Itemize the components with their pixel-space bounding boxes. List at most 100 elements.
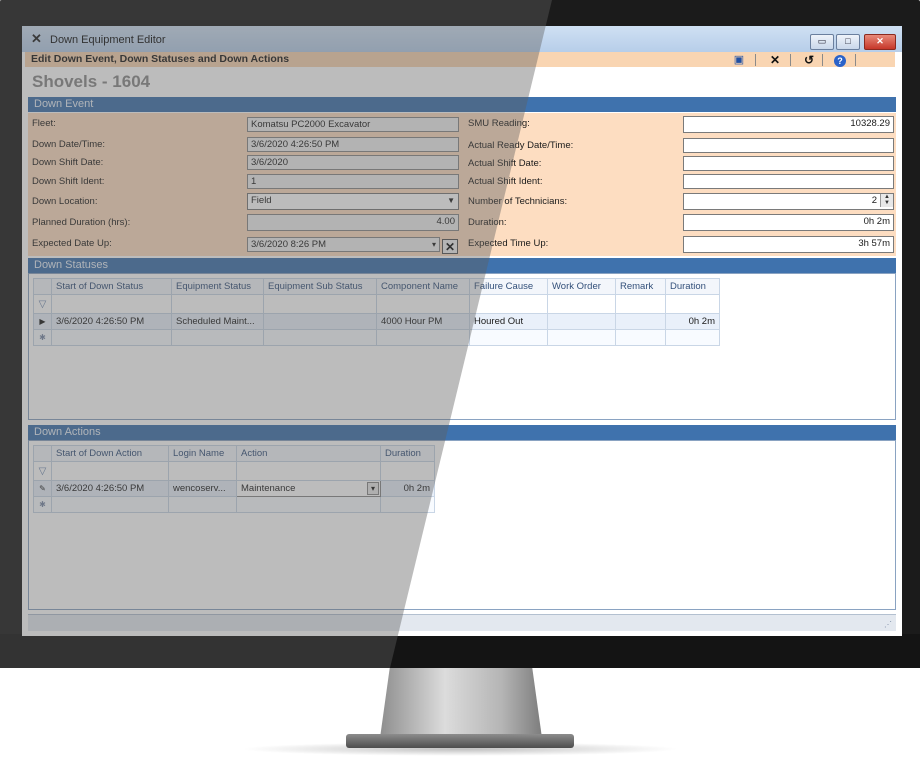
new-cell[interactable]	[263, 329, 377, 346]
expected-date-up-value: 3/6/2020 8:26 PM	[251, 239, 326, 250]
actual-ready-label: Actual Ready Date/Time:	[468, 140, 574, 151]
new-cell[interactable]	[615, 329, 666, 346]
down-statuses-panel: Start of Down Status Equipment Status Eq…	[28, 273, 896, 420]
cell-failure-cause[interactable]: Houred Out	[469, 313, 548, 330]
monitor-bezel	[0, 634, 920, 668]
cell-sub-status[interactable]	[263, 313, 377, 330]
refresh-icon[interactable]: ↺	[801, 53, 817, 67]
new-cell[interactable]	[171, 329, 264, 346]
row-indicator-header	[33, 445, 52, 462]
save-icon[interactable]: ▣	[731, 53, 747, 67]
cell-equipment-status[interactable]: Scheduled Maint...	[171, 313, 264, 330]
chevron-down-icon[interactable]: ▼	[447, 194, 455, 207]
minimize-button[interactable]: ▭	[810, 34, 834, 50]
resize-grip-icon[interactable]: ⋰	[884, 620, 892, 629]
new-cell[interactable]	[469, 329, 548, 346]
spinner-arrows-icon[interactable]: ▲ ▼	[880, 194, 893, 207]
down-location-select[interactable]: Field ▼	[247, 193, 459, 210]
actual-shift-date-field[interactable]	[683, 156, 894, 171]
expected-time-up-field[interactable]: 3h 57m	[683, 236, 894, 253]
new-cell[interactable]	[547, 329, 616, 346]
column-header[interactable]: Work Order	[547, 278, 616, 295]
smu-reading-field[interactable]: 10328.29	[683, 116, 894, 133]
new-cell[interactable]	[51, 329, 172, 346]
column-header[interactable]: Login Name	[168, 445, 237, 462]
cancel-icon[interactable]: ✕	[767, 53, 783, 67]
filter-cell[interactable]	[376, 294, 470, 314]
new-row[interactable]: ✱	[33, 329, 720, 346]
column-header[interactable]: Failure Cause	[469, 278, 548, 295]
down-shift-date-label: Down Shift Date:	[32, 157, 104, 168]
filter-cell[interactable]	[171, 294, 264, 314]
filter-cell[interactable]	[236, 461, 381, 481]
cell-remark[interactable]	[615, 313, 666, 330]
filter-cell[interactable]	[615, 294, 666, 314]
fleet-field[interactable]: Komatsu PC2000 Excavator	[247, 117, 459, 132]
table-row[interactable]: ✎ 3/6/2020 4:26:50 PM wencoserv... Maint…	[33, 480, 435, 497]
new-row[interactable]: ✱	[33, 496, 435, 513]
grid-header-row: Start of Down Status Equipment Status Eq…	[33, 278, 720, 295]
new-cell[interactable]	[168, 496, 237, 513]
new-cell[interactable]	[51, 496, 169, 513]
down-shift-date-field[interactable]: 3/6/2020	[247, 155, 459, 170]
down-shift-ident-field[interactable]: 1	[247, 174, 459, 189]
monitor-stand-neck	[380, 668, 542, 738]
expected-time-up-label: Expected Time Up:	[468, 238, 549, 249]
filter-icon[interactable]: ▽	[33, 461, 52, 481]
column-header[interactable]: Component Name	[376, 278, 470, 295]
expected-date-up-field[interactable]: 3/6/2020 8:26 PM ▾	[247, 237, 440, 252]
app-icon: ✕	[31, 31, 42, 46]
table-row[interactable]: ▶ 3/6/2020 4:26:50 PM Scheduled Maint...…	[33, 313, 720, 330]
action-select[interactable]: Maintenance ▾	[236, 480, 381, 497]
maximize-button[interactable]: □	[836, 34, 860, 50]
new-cell[interactable]	[665, 329, 720, 346]
down-location-value: Field	[251, 195, 272, 206]
new-row-asterisk-icon: ✱	[33, 496, 52, 513]
filter-cell[interactable]	[168, 461, 237, 481]
new-cell[interactable]	[376, 329, 470, 346]
technicians-stepper[interactable]: 2 ▲ ▼	[683, 193, 894, 210]
duration-field[interactable]: 0h 2m	[683, 214, 894, 231]
actual-ready-field[interactable]	[683, 138, 894, 153]
column-header[interactable]: Duration	[380, 445, 435, 462]
edit-pencil-icon: ✎	[33, 480, 52, 497]
column-header[interactable]: Start of Down Action	[51, 445, 169, 462]
close-window-button[interactable]: ✕	[864, 34, 896, 50]
new-cell[interactable]	[236, 496, 381, 513]
actual-shift-date-label: Actual Shift Date:	[468, 158, 542, 169]
cell-duration[interactable]: 0h 2m	[665, 313, 720, 330]
filter-cell[interactable]	[665, 294, 720, 314]
duration-label: Duration:	[468, 217, 507, 228]
planned-duration-field[interactable]: 4.00	[247, 214, 459, 231]
filter-cell[interactable]	[547, 294, 616, 314]
filter-cell[interactable]	[51, 461, 169, 481]
column-header[interactable]: Equipment Sub Status	[263, 278, 377, 295]
page-title: Shovels - 1604	[32, 72, 151, 91]
cell-component[interactable]: 4000 Hour PM	[376, 313, 470, 330]
calendar-dropdown-icon[interactable]: ▾	[432, 238, 436, 251]
actual-shift-ident-field[interactable]	[683, 174, 894, 189]
filter-cell[interactable]	[51, 294, 172, 314]
column-header[interactable]: Start of Down Status	[51, 278, 172, 295]
cell-duration[interactable]: 0h 2m	[380, 480, 435, 497]
column-header[interactable]: Equipment Status	[171, 278, 264, 295]
subheader-title: Edit Down Event, Down Statuses and Down …	[31, 53, 290, 65]
column-header[interactable]: Remark	[615, 278, 666, 295]
filter-cell[interactable]	[469, 294, 548, 314]
clear-date-button[interactable]: ✕	[442, 239, 458, 254]
column-header[interactable]: Duration	[665, 278, 720, 295]
cell-work-order[interactable]	[547, 313, 616, 330]
cell-login[interactable]: wencoserv...	[168, 480, 237, 497]
filter-cell[interactable]	[380, 461, 435, 481]
column-header[interactable]: Action	[236, 445, 381, 462]
filter-cell[interactable]	[263, 294, 377, 314]
chevron-down-icon[interactable]: ▾	[367, 482, 379, 495]
monitor-stand-base	[346, 734, 574, 748]
new-cell[interactable]	[380, 496, 435, 513]
cell-start[interactable]: 3/6/2020 4:26:50 PM	[51, 480, 169, 497]
cell-start[interactable]: 3/6/2020 4:26:50 PM	[51, 313, 172, 330]
row-indicator-header	[33, 278, 52, 295]
filter-icon[interactable]: ▽	[33, 294, 52, 314]
down-datetime-field[interactable]: 3/6/2020 4:26:50 PM	[247, 137, 459, 152]
help-icon[interactable]: ?	[832, 53, 848, 67]
